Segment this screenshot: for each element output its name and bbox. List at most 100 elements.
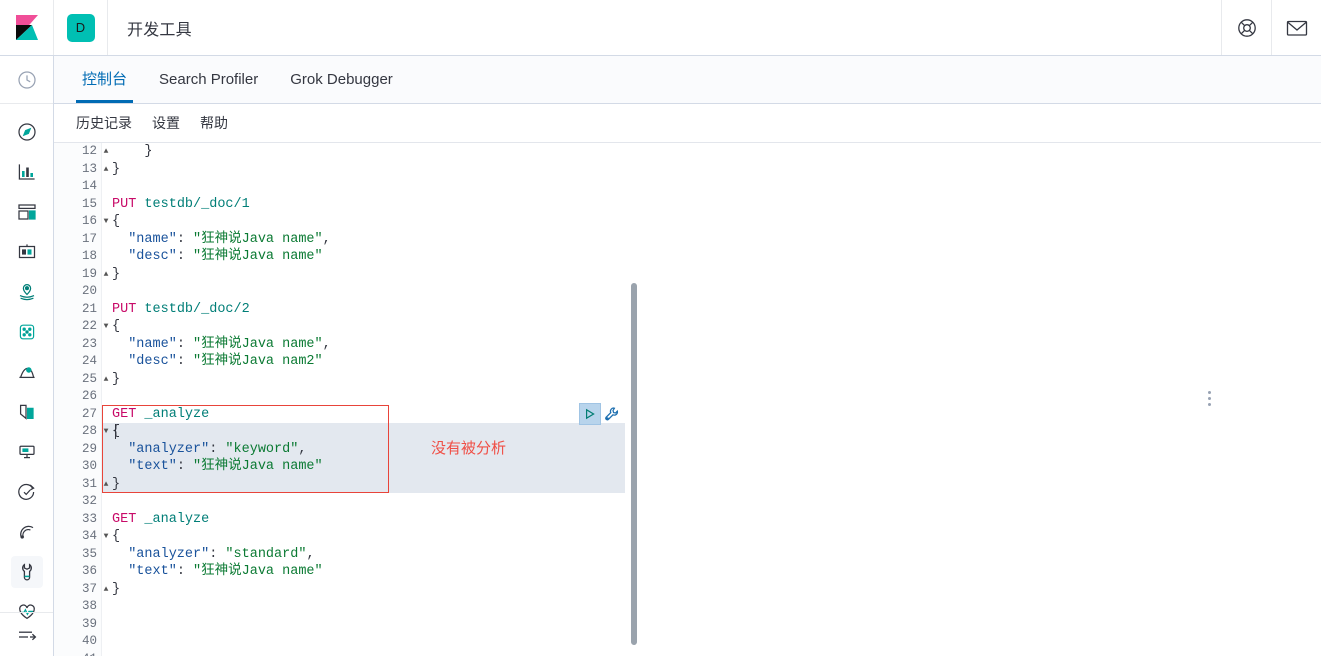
line-number: 41 [54,651,101,656]
envelope-icon[interactable] [1271,0,1321,55]
sidebar-item-siem[interactable] [0,512,53,552]
help-icon[interactable] [1221,0,1271,55]
code-line: PUT testdb/_doc/1 [112,196,250,212]
space-badge-label: D [66,13,95,42]
sidebar-item-canvas[interactable] [0,232,53,272]
line-number: 22 ▼ [81,319,109,333]
sidebar-item-logs[interactable] [0,392,53,432]
dashboard-icon [11,196,43,228]
console-editor-area: 12 ▲ 13 ▲ 14 15 16 ▼ 17 18 19 ▲ 20 21 22 ▼ 23 24 25 ▲ 26 27 28… [54,143,1321,656]
line-number: 39 [81,616,97,631]
line-number: 31 ▲ [81,476,109,491]
space-avatar[interactable]: D [54,0,108,55]
submenu-help[interactable]: 帮助 [190,113,238,133]
line-number: 33 [81,511,97,526]
line-number: 36 [81,564,97,578]
request-editor[interactable]: 12 ▲ 13 ▲ 14 15 16 ▼ 17 18 19 ▲ 20 21 22 ▼ 23 24 25 ▲ 26 27 28… [54,143,650,656]
code-line: } [112,144,153,159]
code-line: GET _analyze [112,406,210,422]
code-line: } [112,266,121,282]
primary-navigation-rail [0,56,54,656]
code-line: "analyzer": "standard", [128,546,315,562]
machine-learning-icon [11,316,43,348]
splitter-drag-handle[interactable] [1208,391,1211,406]
line-number: 40 [81,634,97,648]
page-title: 开发工具 [127,21,192,39]
sidebar-item-dev-tools[interactable] [0,552,53,592]
sidebar-item-infrastructure[interactable] [0,352,53,392]
code-line: "desc": "狂神说Java name" [128,249,323,264]
sidebar-item-visualize[interactable] [0,152,53,192]
request-gutter: 12 ▲ 13 ▲ 14 15 16 ▼ 17 18 19 ▲ 20 21 22 ▼ 23 24 25 ▲ 26 27 28… [54,143,109,656]
sidebar-item-uptime[interactable] [0,472,53,512]
bar-chart-icon [11,156,43,188]
uptime-clock-icon [11,476,43,508]
line-number: 37 ▲ [81,581,109,596]
canvas-icon [11,236,43,268]
line-number: 23 [81,336,97,351]
wrench-copy-as-curl-icon[interactable] [603,406,620,423]
line-number: 28 ▼ [81,424,109,438]
request-code-lines: }} PUT testdb/_doc/1 { "name": "狂神说Java n… [112,143,331,656]
line-number: 18 [81,249,97,263]
play-run-request-icon[interactable] [579,403,601,425]
tab-search-profiler[interactable]: Search Profiler [143,56,274,103]
code-line: { [112,424,121,439]
code-line: } [112,581,121,597]
sidebar-item-dashboard[interactable] [0,192,53,232]
console-tabs: 控制台 Search Profiler Grok Debugger [54,56,1321,104]
code-line: "analyzer": "keyword", [128,441,307,457]
line-number: 27 [81,406,97,421]
code-line: GET _analyze [112,511,210,527]
kibana-logo-icon[interactable] [0,0,54,55]
line-number: 35 [81,546,97,561]
code-line: "text": "狂神说Java name" [128,459,323,474]
submenu-settings[interactable]: 设置 [142,113,190,133]
line-number: 34 ▼ [81,529,109,543]
line-number: 38 [81,599,97,613]
request-action-buttons [579,403,620,425]
line-number: 13 ▲ [81,161,109,176]
line-number: 24 [81,354,97,368]
sidebar-item-maps[interactable] [0,272,53,312]
pane-splitter[interactable] [625,143,1211,656]
sidebar-item-machine-learning[interactable] [0,312,53,352]
request-annotation-text: 没有被分析 [431,440,507,457]
line-number: 21 [81,301,97,316]
app-header: D 开发工具 [0,0,1321,56]
map-marker-icon [11,276,43,308]
code-line: "desc": "狂神说Java nam2" [128,354,323,369]
code-line: "name": "狂神说Java name", [128,336,331,352]
text-cursor [115,424,116,439]
line-number: 14 [81,179,97,193]
collapse-navigation-button[interactable] [0,612,53,656]
line-number: 32 [81,494,97,508]
line-number: 17 [81,231,97,246]
sidebar-item-recently-viewed[interactable] [0,56,53,104]
siem-icon [11,516,43,548]
code-line: { [112,529,121,544]
line-number: 16 ▼ [81,214,109,228]
code-line: } [112,371,121,387]
line-number: 30 [81,459,97,473]
tab-console[interactable]: 控制台 [66,56,143,103]
line-number: 29 [81,441,97,456]
kibana-dev-tools-console: D 开发工具 控制台 Search Profiler Grok Debugger… [0,0,1321,656]
header-actions [1221,0,1321,55]
line-number: 15 [81,196,97,211]
line-number: 26 [81,389,97,403]
console-submenu: 历史记录 设置 帮助 [54,104,1321,143]
sidebar-item-discover[interactable] [0,112,53,152]
line-number: 12 ▲ [81,144,109,158]
code-line: { [112,319,121,334]
submenu-history[interactable]: 历史记录 [66,113,142,133]
sidebar-item-apm[interactable] [0,432,53,472]
request-scrollbar-thumb[interactable] [631,283,637,645]
tab-grok-debugger[interactable]: Grok Debugger [274,56,409,103]
